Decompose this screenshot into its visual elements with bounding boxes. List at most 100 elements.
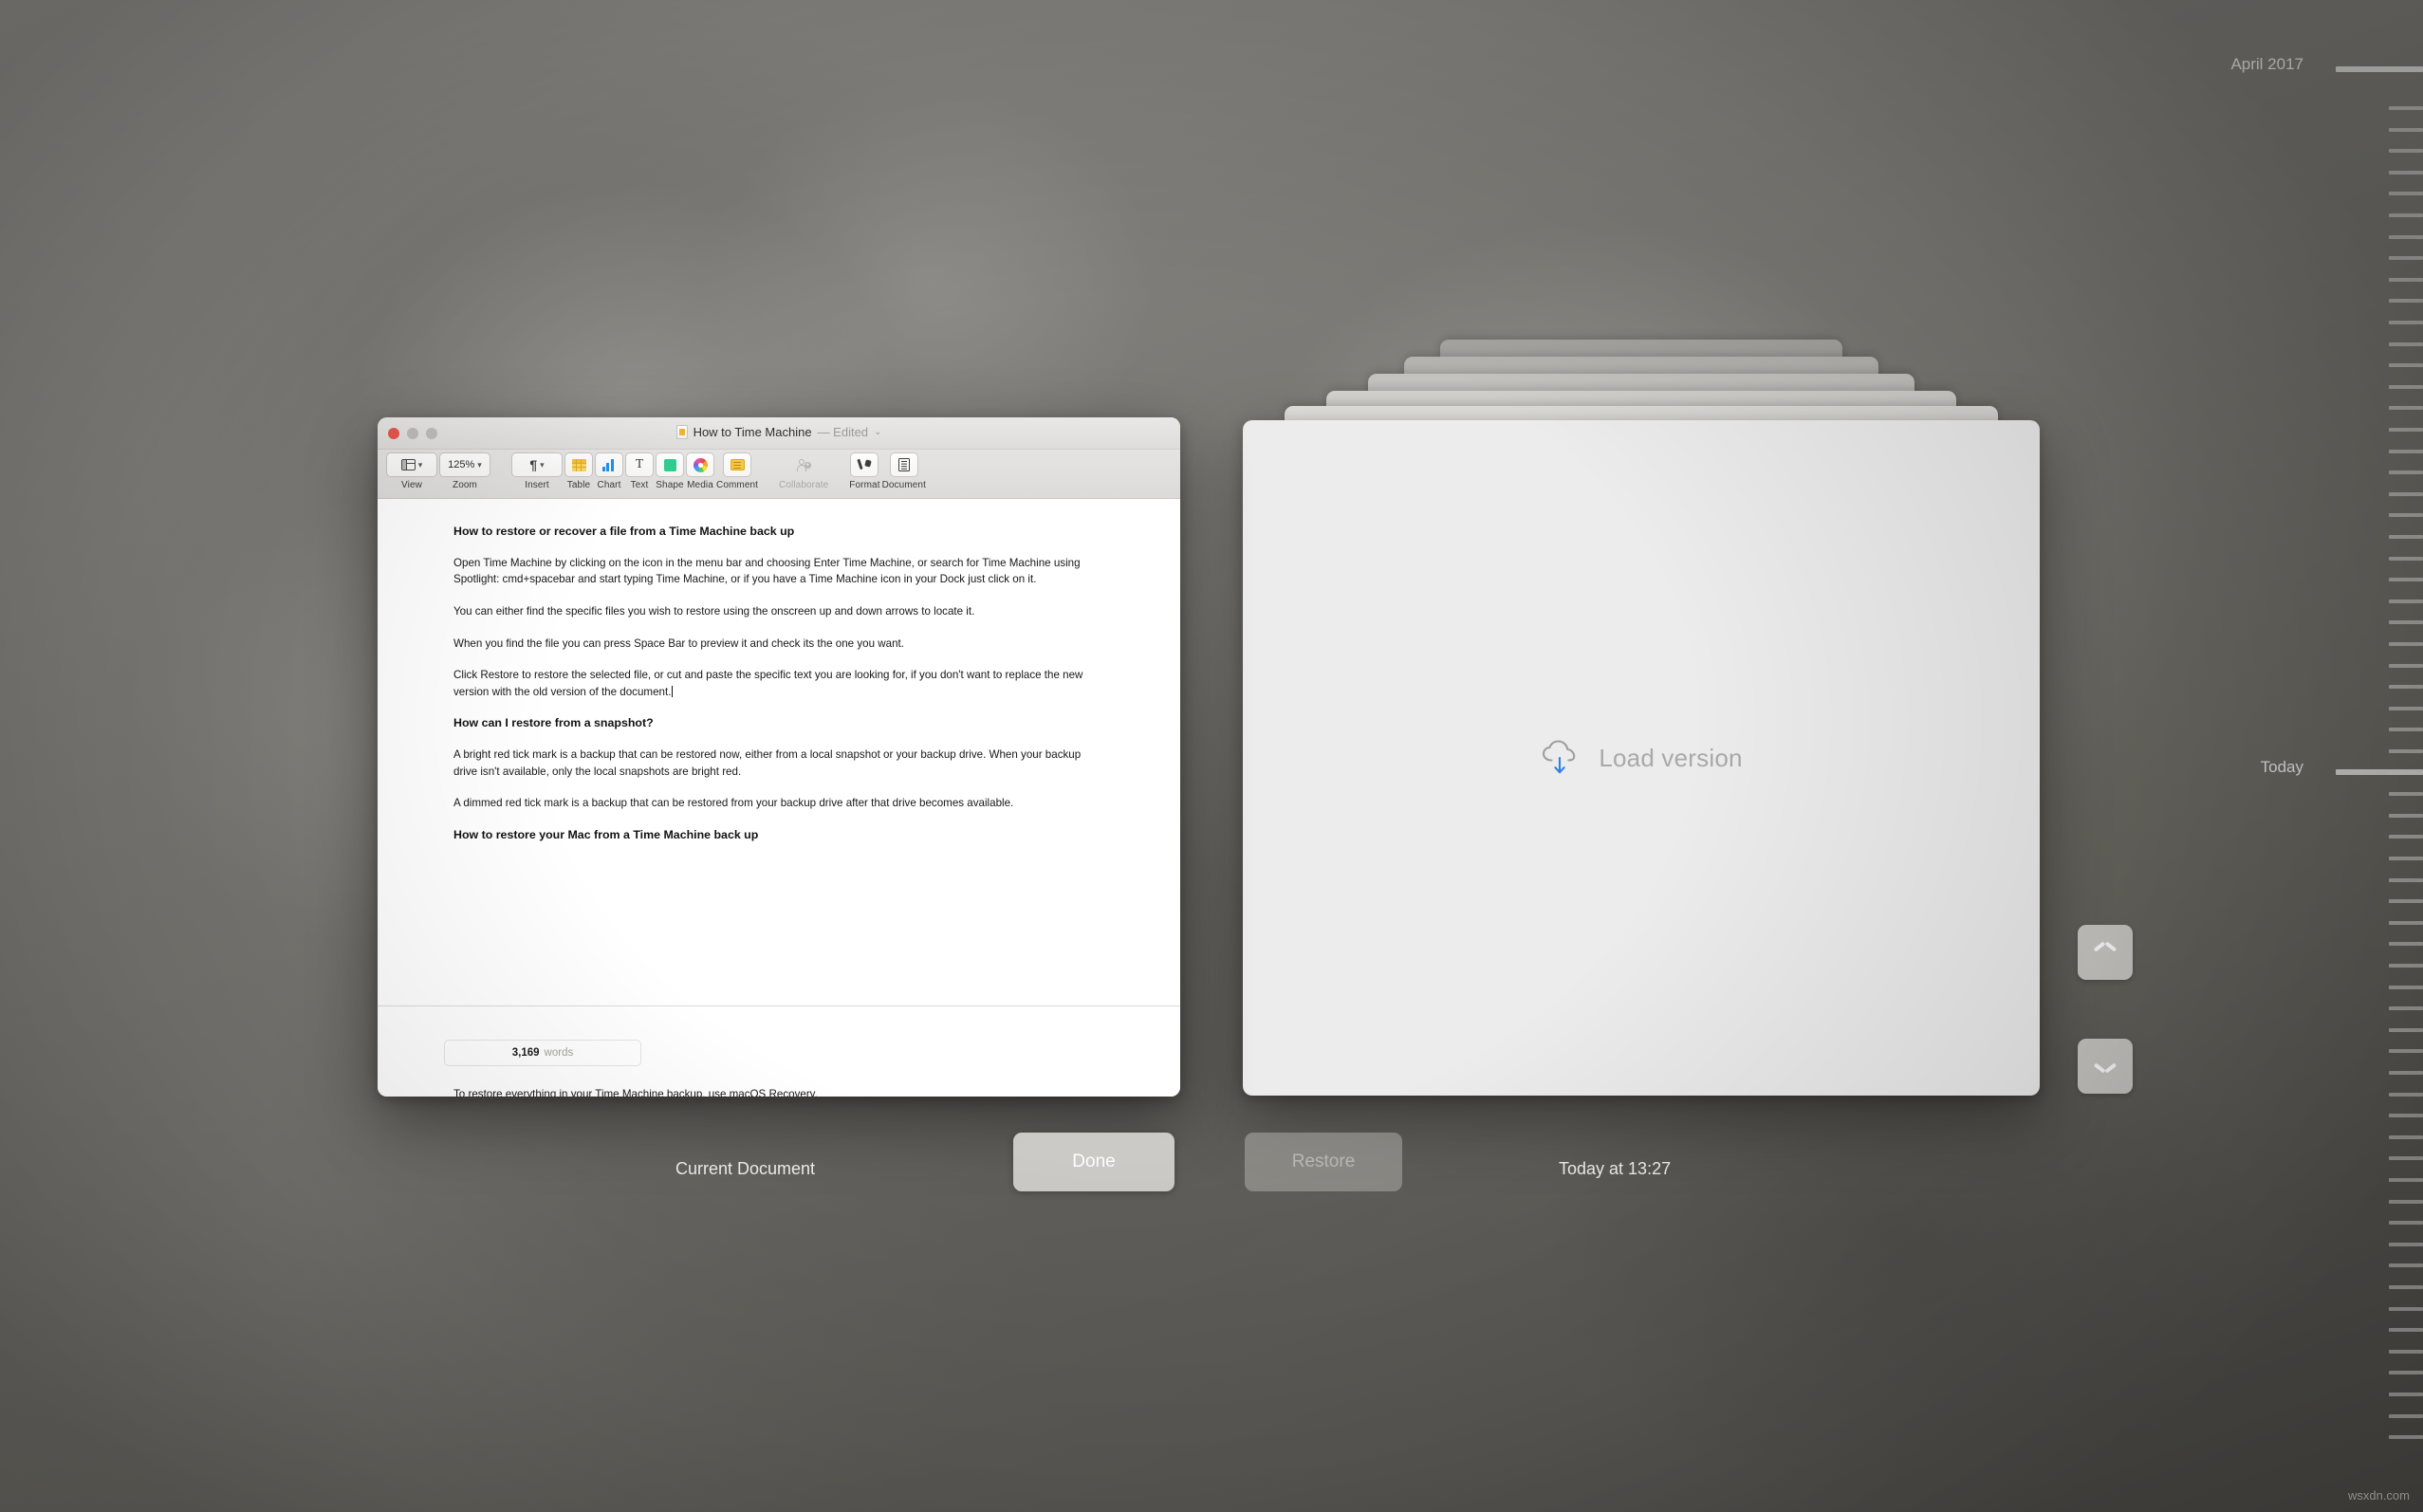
timeline-tick[interactable]: [2389, 449, 2423, 453]
timeline-tick[interactable]: [2389, 985, 2423, 989]
toolbar-button-view[interactable]: ▾: [386, 452, 437, 477]
timeline-tick[interactable]: [2389, 1328, 2423, 1333]
timeline-tick[interactable]: [2389, 470, 2423, 475]
document-page-area[interactable]: How to restore or recover a file from a …: [378, 499, 1180, 1097]
timeline-tick[interactable]: [2389, 792, 2423, 797]
toolbar-button-shape[interactable]: [656, 452, 684, 477]
toolbar-button-format[interactable]: [850, 452, 879, 477]
restore-button[interactable]: Restore: [1245, 1133, 1402, 1191]
timeline-tick[interactable]: [2389, 685, 2423, 690]
timeline-tick[interactable]: [2389, 1134, 2423, 1139]
pages-toolbar[interactable]: ▾ View 125% ▾ Zoom ¶ ▾ Insert Table Chart T Text Sha…: [378, 450, 1180, 499]
timeline-tick[interactable]: [2389, 277, 2423, 282]
timeline-major-tick-1[interactable]: [2336, 769, 2423, 775]
timeline-tick[interactable]: [2389, 1092, 2423, 1097]
timeline-tick[interactable]: [2389, 1413, 2423, 1418]
timeline-tick[interactable]: [2389, 1178, 2423, 1182]
timeline-tick[interactable]: [2389, 256, 2423, 261]
chevron-down-icon[interactable]: ▾: [477, 460, 482, 470]
timeline-tick[interactable]: [2389, 127, 2423, 132]
timeline-label-today[interactable]: Today: [2261, 758, 2303, 777]
timeline-tick[interactable]: [2389, 513, 2423, 518]
timeline-tick[interactable]: [2389, 299, 2423, 304]
title-chevron-down-icon[interactable]: ⌄: [874, 427, 881, 437]
timeline-tick[interactable]: [2389, 1027, 2423, 1032]
timeline-tick[interactable]: [2389, 321, 2423, 324]
timeline-tick[interactable]: [2389, 942, 2423, 947]
window-titlebar[interactable]: How to Time Machine — Edited ⌄: [378, 417, 1180, 450]
timeline-tick[interactable]: [2389, 749, 2423, 753]
timeline-tick[interactable]: [2389, 1199, 2423, 1204]
chevron-down-icon[interactable]: ▾: [540, 460, 545, 470]
toolbar-button-comment[interactable]: [723, 452, 752, 477]
timeline-tick[interactable]: [2389, 556, 2423, 561]
version-timeline[interactable]: April 2017 Today: [2230, 0, 2423, 1512]
timeline-tick[interactable]: [2389, 899, 2423, 904]
timeline-tick[interactable]: [2389, 428, 2423, 432]
doc-paragraph-6: A dimmed red tick mark is a backup that …: [453, 797, 1014, 810]
timeline-tick[interactable]: [2389, 599, 2423, 603]
toolbar-button-chart[interactable]: [595, 452, 623, 477]
timeline-tick[interactable]: [2389, 857, 2423, 860]
version-nav-up-button[interactable]: [2078, 925, 2133, 980]
toolbar-button-media[interactable]: [686, 452, 714, 477]
timeline-tick[interactable]: [2389, 1349, 2423, 1354]
toolbar-button-table[interactable]: [564, 452, 593, 477]
toolbar-group-media: Media: [686, 452, 714, 490]
doc-paragraph-2: You can either find the specific files y…: [453, 604, 975, 618]
timeline-tick[interactable]: [2389, 813, 2423, 818]
version-nav-down-button[interactable]: [2078, 1039, 2133, 1094]
toolbar-button-document[interactable]: [889, 452, 918, 477]
timeline-tick[interactable]: [2389, 877, 2423, 882]
timeline-tick[interactable]: [2389, 1156, 2423, 1161]
timeline-tick[interactable]: [2389, 106, 2423, 110]
timeline-tick[interactable]: [2389, 234, 2423, 239]
timeline-tick[interactable]: [2389, 192, 2423, 196]
timeline-tick[interactable]: [2389, 642, 2423, 646]
timeline-tick[interactable]: [2389, 384, 2423, 389]
timeline-tick[interactable]: [2389, 406, 2423, 411]
timeline-tick[interactable]: [2389, 1371, 2423, 1375]
timeline-tick[interactable]: [2389, 1263, 2423, 1268]
doc-heading-3: How to restore your Mac from a Time Mach…: [453, 827, 759, 841]
toolbar-group-insert: ¶ ▾ Insert: [511, 452, 563, 490]
timeline-major-tick-0[interactable]: [2336, 66, 2423, 72]
timeline-tick[interactable]: [2389, 363, 2423, 368]
toolbar-button-text[interactable]: T: [625, 452, 654, 477]
toolbar-button-insert[interactable]: ¶ ▾: [511, 452, 563, 477]
timeline-tick[interactable]: [2389, 213, 2423, 217]
load-version-control[interactable]: Load version: [1540, 739, 1742, 777]
timeline-tick[interactable]: [2389, 149, 2423, 154]
timeline-tick[interactable]: [2389, 1306, 2423, 1311]
timeline-tick[interactable]: [2389, 620, 2423, 625]
timeline-tick[interactable]: [2389, 1006, 2423, 1011]
timeline-tick[interactable]: [2389, 1285, 2423, 1289]
timeline-tick[interactable]: [2389, 964, 2423, 968]
timeline-tick[interactable]: [2389, 706, 2423, 710]
timeline-label-april-2017[interactable]: April 2017: [2230, 55, 2303, 74]
timeline-tick[interactable]: [2389, 341, 2423, 346]
timeline-tick[interactable]: [2389, 728, 2423, 732]
timeline-tick[interactable]: [2389, 578, 2423, 582]
timeline-tick[interactable]: [2389, 491, 2423, 496]
timeline-tick[interactable]: [2389, 1049, 2423, 1054]
timeline-tick[interactable]: [2389, 1071, 2423, 1075]
timeline-tick[interactable]: [2389, 1114, 2423, 1118]
done-button[interactable]: Done: [1013, 1133, 1175, 1191]
timeline-tick[interactable]: [2389, 1221, 2423, 1226]
toolbar-label-shape: Shape: [656, 480, 684, 490]
chevron-down-icon[interactable]: ▾: [418, 460, 423, 470]
timeline-tick[interactable]: [2389, 170, 2423, 175]
toolbar-button-zoom[interactable]: 125% ▾: [439, 452, 490, 477]
timeline-tick[interactable]: [2389, 835, 2423, 839]
timeline-tick[interactable]: [2389, 1242, 2423, 1246]
version-preview-panel[interactable]: Load version: [1243, 420, 2040, 1096]
timeline-tick[interactable]: [2389, 920, 2423, 925]
word-count-badge[interactable]: 3,169 words: [444, 1040, 641, 1066]
timeline-tick[interactable]: [2389, 1435, 2423, 1440]
pages-document-window[interactable]: How to Time Machine — Edited ⌄ ▾ View 125%…: [378, 417, 1180, 1097]
timeline-tick[interactable]: [2389, 663, 2423, 668]
document-sheet[interactable]: How to restore or recover a file from a …: [378, 499, 1180, 843]
timeline-tick[interactable]: [2389, 535, 2423, 539]
timeline-tick[interactable]: [2389, 1392, 2423, 1396]
